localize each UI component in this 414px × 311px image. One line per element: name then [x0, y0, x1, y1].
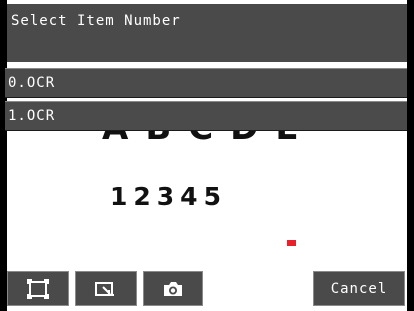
camera-icon	[162, 280, 184, 298]
fit-window-button[interactable]	[7, 271, 69, 306]
list-item-label: 0.OCR	[8, 75, 56, 91]
list-item-label: 1.OCR	[8, 108, 56, 124]
fit-window-icon	[27, 278, 49, 299]
position-marker	[287, 240, 296, 246]
sample-digits: 12345	[110, 182, 227, 211]
zoom-icon	[95, 280, 117, 298]
list-item-0-ocr[interactable]: 0.OCR	[5, 68, 407, 98]
cancel-button[interactable]: Cancel	[313, 271, 405, 306]
list-item-1-ocr[interactable]: 1.OCR	[5, 101, 407, 131]
dialog-title: Select Item Number	[7, 4, 407, 62]
capture-button[interactable]	[143, 271, 203, 306]
zoom-button[interactable]	[75, 271, 137, 306]
